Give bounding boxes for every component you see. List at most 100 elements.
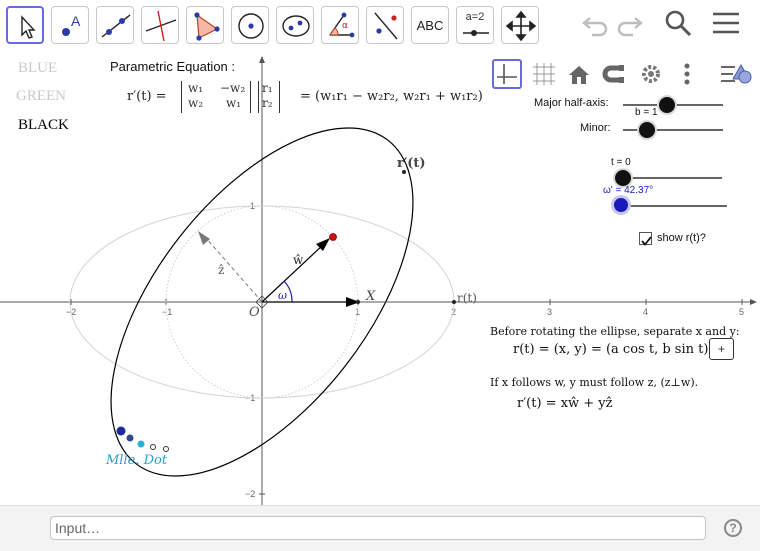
line-tool-button[interactable]: [96, 6, 134, 44]
minor-axis-label: Minor:: [580, 122, 611, 134]
arrow-cursor-icon: [21, 15, 36, 39]
check-icon: [641, 236, 652, 246]
w-point[interactable]: [329, 233, 337, 241]
graphics-style-bar: [489, 54, 759, 94]
move-tool-button[interactable]: [6, 6, 44, 44]
algebra-input[interactable]: [50, 516, 706, 540]
major-axis-knob[interactable]: [659, 97, 675, 113]
reflect-tool-button[interactable]: [366, 6, 404, 44]
omega-track[interactable]: [619, 205, 727, 207]
point-tool-label: A: [71, 13, 81, 29]
angle-tool-label: α: [342, 21, 348, 31]
slider-icon: [463, 30, 489, 36]
equation-result: = (w₁r₁ − w₂r₂, w₂r₁ + w₁r₂): [300, 89, 483, 104]
search-icon[interactable]: [663, 8, 693, 38]
t-label: t = 0: [611, 157, 631, 168]
slider-tool-button[interactable]: a=2: [456, 6, 494, 44]
axes-toggle[interactable]: [492, 59, 522, 89]
omega-knob[interactable]: [614, 198, 628, 212]
dot-label: Mlle. Dot: [105, 453, 168, 468]
vector-cell: r₁: [262, 81, 273, 95]
undo-icon[interactable]: [580, 8, 610, 38]
toolbar: A α ABC a=2: [0, 0, 760, 52]
note-line-2: r(t) = (x, y) = (a cos t, b sin t): [513, 342, 709, 357]
z-label: ẑ: [218, 263, 224, 277]
omega-label: ω: [278, 289, 287, 302]
text-tool-button[interactable]: ABC: [411, 6, 449, 44]
dot-trail: [126, 434, 134, 442]
legend-green: GREEN: [16, 88, 66, 104]
dot-trail: [137, 440, 145, 448]
plus-button[interactable]: +: [709, 338, 734, 360]
more-button[interactable]: [672, 59, 702, 89]
input-bar: ?: [0, 505, 760, 551]
angle-icon: [329, 12, 355, 38]
major-axis-label: Major half-axis:: [534, 97, 609, 109]
menu-icon[interactable]: [710, 8, 742, 38]
note-line-4: r′(t) = xŵ + yẑ: [517, 396, 613, 411]
help-icon[interactable]: ?: [724, 519, 742, 537]
grid-icon: [533, 63, 555, 85]
move-graphics-view-tool-button[interactable]: [501, 6, 539, 44]
matrix-cell: −w₂: [220, 81, 246, 95]
magnet-icon: [602, 65, 624, 83]
dot-point[interactable]: [116, 426, 126, 436]
axes-icon: [497, 64, 517, 84]
polygon-tool-button[interactable]: [186, 6, 224, 44]
line-icon: [101, 14, 131, 38]
reflect-icon: [374, 12, 398, 40]
text-tool-label: ABC: [416, 17, 444, 33]
style-bar-icon: [721, 63, 752, 84]
x-tick-label: 1: [355, 307, 360, 317]
dot-trail: [150, 444, 156, 450]
note-line-1: Before rotating the ellipse, separate x …: [490, 325, 740, 338]
minor-axis-knob[interactable]: [639, 122, 655, 138]
x-tick-label: 5: [739, 307, 744, 317]
home-button[interactable]: [564, 59, 594, 89]
x-tick-label: 4: [643, 307, 648, 317]
y-tick-label: −2: [245, 489, 255, 499]
circle-icon: [238, 13, 264, 39]
origin-label: O: [249, 305, 260, 320]
omega-slider-label: ω' = 42.37°: [603, 185, 654, 196]
legend-blue: BLUE: [18, 60, 58, 76]
matrix-cell: w₁: [188, 81, 204, 95]
redo-icon[interactable]: [615, 8, 645, 38]
equation-vector: r₁ r₂: [258, 81, 280, 113]
ellipse-icon: [282, 15, 310, 37]
more-icon: [684, 63, 690, 85]
r-label: r(t): [457, 291, 477, 305]
perpendicular-line-tool-button[interactable]: [141, 6, 179, 44]
equation-lhs: r′(t) =: [127, 89, 167, 104]
show-r-label: show r(t)?: [657, 232, 706, 244]
snap-button[interactable]: [599, 59, 629, 89]
settings-button[interactable]: [636, 59, 666, 89]
x-label: X: [365, 289, 376, 304]
point-tool-button[interactable]: A: [51, 6, 89, 44]
t-track[interactable]: [620, 177, 722, 179]
graphics-view[interactable]: −2 −1 1 2 3 4 5 1 −1 −2 O r′(t) r(t) X ŵ…: [0, 52, 760, 505]
point-icon: [62, 28, 70, 36]
move-arrows-icon: [505, 10, 537, 42]
perpendicular-line-icon: [145, 10, 177, 42]
dot-trail: [163, 446, 169, 452]
t-knob[interactable]: [615, 170, 631, 186]
matrix-cell: w₁: [226, 96, 242, 110]
matrix-cell: w₂: [188, 96, 204, 110]
w-label: ŵ: [293, 253, 304, 267]
polygon-icon: [194, 12, 220, 41]
r-point[interactable]: [452, 300, 456, 304]
z-vector: [198, 231, 210, 245]
style-bar-toggle[interactable]: [719, 59, 755, 89]
grid-toggle[interactable]: [529, 59, 559, 89]
note-line-3: If x follows w, y must follow z, (z⊥w).: [490, 376, 699, 389]
x-tick-label: 3: [547, 307, 552, 317]
vector-cell: r₂: [262, 96, 273, 110]
show-r-checkbox[interactable]: [639, 232, 652, 246]
equation-title: Parametric Equation :: [110, 59, 236, 74]
r-prime-label: r′(t): [397, 156, 426, 171]
angle-tool-button[interactable]: α: [321, 6, 359, 44]
minor-axis-track[interactable]: [623, 129, 723, 131]
circle-tool-button[interactable]: [231, 6, 269, 44]
ellipse-tool-button[interactable]: [276, 6, 314, 44]
